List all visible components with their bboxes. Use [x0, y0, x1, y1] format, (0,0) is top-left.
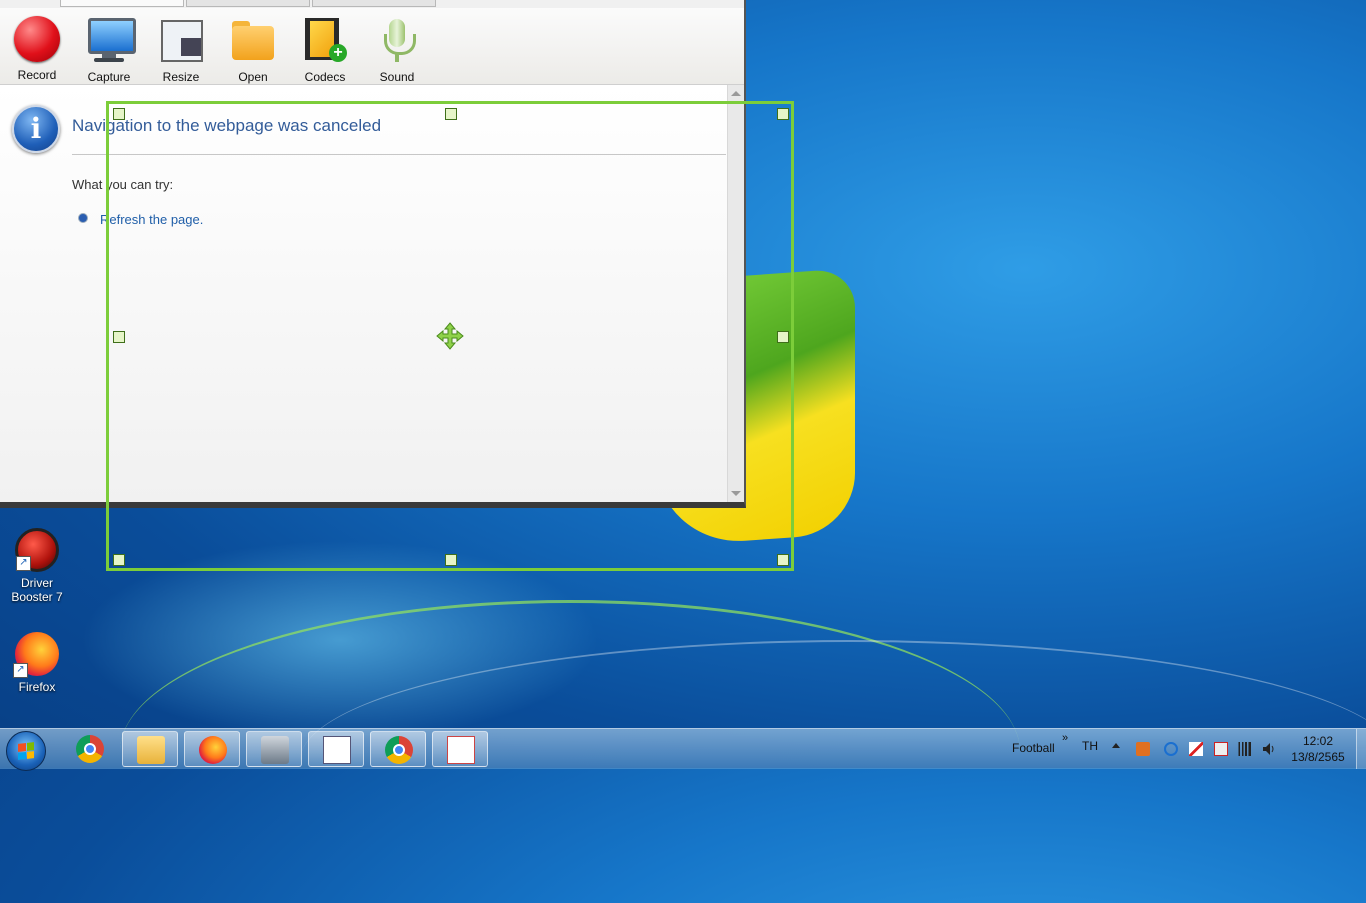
resize-handle-right[interactable] — [777, 331, 789, 343]
desktop-icon-label-2: Booster 7 — [11, 590, 63, 604]
driver-booster-icon: ↗ — [15, 528, 59, 572]
record-button[interactable]: Record — [2, 8, 72, 84]
codecs-button[interactable]: + Codecs — [290, 8, 360, 84]
resize-handle-top-right[interactable] — [777, 108, 789, 120]
open-label: Open — [238, 70, 268, 84]
tab-1[interactable] — [60, 0, 184, 7]
vertical-scrollbar[interactable] — [727, 85, 744, 502]
bullet-icon — [78, 213, 88, 223]
tab-strip — [60, 0, 438, 8]
browser-content: i Navigation to the webpage was canceled… — [0, 85, 727, 502]
resize-handle-left[interactable] — [113, 331, 125, 343]
taskbar-app[interactable] — [246, 731, 302, 767]
firefox-icon: ↗ — [13, 632, 59, 678]
folder-icon — [229, 16, 277, 64]
try-label: What you can try: — [72, 177, 174, 192]
scroll-up-icon[interactable] — [731, 91, 741, 96]
action-center-flag-icon[interactable] — [1189, 742, 1203, 756]
shortcut-arrow-icon: ↗ — [16, 556, 31, 571]
start-button[interactable] — [6, 731, 46, 771]
record-icon — [14, 16, 60, 62]
recorder-window: Record Capture Resize Open + Codecs Soun… — [0, 0, 746, 508]
volume-icon[interactable] — [1262, 742, 1276, 756]
divider — [72, 154, 726, 155]
monitor-icon — [85, 16, 136, 64]
folder-icon — [137, 736, 165, 764]
desktop-icon-firefox[interactable]: ↗ Firefox — [2, 632, 72, 694]
chrome-icon — [76, 735, 104, 763]
resize-handle-bottom-right[interactable] — [777, 554, 789, 566]
application-icon — [261, 736, 289, 764]
tab-2[interactable] — [186, 0, 310, 7]
taskbar-chrome-2[interactable] — [370, 731, 426, 767]
toolbar: Record Capture Resize Open + Codecs Soun… — [0, 8, 744, 85]
clock[interactable]: 12:02 13/8/2565 — [1290, 733, 1346, 765]
tray-c-icon[interactable] — [1164, 742, 1178, 756]
chrome-icon — [385, 736, 413, 764]
codecs-label: Codecs — [304, 70, 346, 84]
refresh-page-link[interactable]: Refresh the page. — [100, 212, 203, 227]
clock-time: 12:02 — [1302, 734, 1334, 748]
move-icon[interactable] — [436, 322, 464, 350]
desktop-icon-driver-booster[interactable]: ↗ Driver Booster 7 — [2, 528, 72, 604]
clock-date: 13/8/2565 — [1291, 750, 1345, 764]
taskbar-chrome[interactable] — [62, 731, 118, 767]
desktop-icon-label: Firefox — [18, 680, 56, 694]
wordpad-icon — [323, 736, 351, 764]
resize-handle-bottom[interactable] — [445, 554, 457, 566]
show-hidden-icons-icon[interactable] — [1112, 743, 1120, 748]
language-indicator[interactable]: TH — [1082, 739, 1098, 753]
info-icon: i — [12, 105, 60, 153]
taskbar-explorer[interactable] — [122, 731, 178, 767]
toolbar-overflow-icon[interactable]: » — [1062, 732, 1068, 744]
scroll-down-icon[interactable] — [731, 491, 741, 496]
tab-3[interactable] — [312, 0, 436, 7]
resize-icon — [157, 16, 205, 64]
desktop-icon-label: Driver — [21, 576, 53, 590]
windows-logo-icon — [18, 742, 34, 760]
taskbar-firefox[interactable] — [184, 731, 240, 767]
record-label: Record — [17, 68, 57, 82]
microphone-icon — [373, 16, 421, 64]
resize-handle-bottom-left[interactable] — [113, 554, 125, 566]
taskbar-wordpad[interactable] — [308, 731, 364, 767]
sound-button[interactable]: Sound — [362, 8, 432, 84]
codecs-icon: + — [301, 16, 349, 64]
open-button[interactable]: Open — [218, 8, 288, 84]
resize-handle-top[interactable] — [445, 108, 457, 120]
safely-remove-icon[interactable] — [1214, 742, 1228, 756]
show-desktop-button[interactable] — [1356, 729, 1366, 769]
capture-button[interactable]: Capture — [74, 8, 144, 84]
network-signal-icon[interactable] — [1237, 742, 1251, 756]
firefox-icon — [199, 736, 227, 764]
resize-handle-top-left[interactable] — [113, 108, 125, 120]
taskbar: Football » TH 12:02 13/8/2565 — [0, 728, 1366, 771]
football-toolbar[interactable]: Football — [1012, 741, 1055, 755]
presentation-icon — [447, 736, 475, 764]
capture-label: Capture — [87, 70, 131, 84]
resize-button[interactable]: Resize — [146, 8, 216, 84]
sound-label: Sound — [379, 70, 415, 84]
taskbar-powerpoint[interactable] — [432, 731, 488, 767]
tray-app-icon[interactable] — [1136, 742, 1150, 756]
resize-label: Resize — [162, 70, 200, 84]
shortcut-arrow-icon: ↗ — [13, 663, 28, 678]
